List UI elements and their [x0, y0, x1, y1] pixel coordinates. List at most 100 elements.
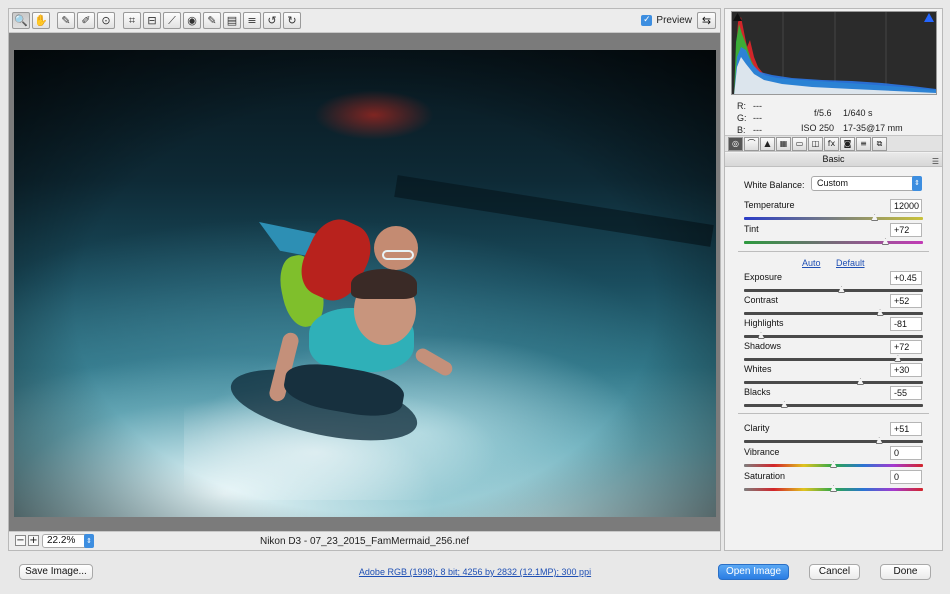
preview-checkbox[interactable]: ✓	[641, 15, 653, 26]
tint-slider-thumb[interactable]	[881, 238, 889, 245]
vibrance-slider[interactable]	[744, 461, 923, 468]
saturation-slider-thumb[interactable]	[830, 485, 837, 492]
temperature-slider-thumb[interactable]	[871, 214, 879, 221]
contrast-slider-thumb[interactable]	[876, 309, 884, 316]
basic-tab-icon[interactable]: ◎	[728, 137, 743, 151]
target-adjust-icon[interactable]: ⊙	[97, 12, 115, 29]
lens-corrections-tab-icon[interactable]: ◫	[808, 137, 823, 151]
g-label: G:	[737, 113, 747, 123]
lens-value: 17-35@17 mm	[843, 123, 903, 133]
panel-header: Basic ☰	[725, 153, 942, 167]
vibrance-value-field[interactable]: 0	[890, 446, 922, 460]
spot-removal-icon[interactable]: ⟋	[163, 12, 181, 29]
image-pane: 🔍✋✎✐⊙⌗⊟⟋◉✎▤≡↺↻ ✓ Preview ⇆	[8, 8, 721, 551]
highlights-slider[interactable]	[744, 332, 923, 339]
workflow-options-link[interactable]: Adobe RGB (1998); 8 bit; 4256 by 2832 (1…	[0, 567, 950, 577]
b-label: B:	[737, 125, 746, 135]
r-value: ---	[753, 101, 762, 111]
b-value: ---	[753, 125, 762, 135]
section-divider	[738, 251, 929, 252]
photo-vignette	[14, 50, 716, 517]
default-link[interactable]: Default	[836, 258, 865, 268]
red-eye-icon[interactable]: ◉	[183, 12, 201, 29]
zoom-icon[interactable]: 🔍	[12, 12, 30, 29]
saturation-label: Saturation	[744, 471, 786, 481]
panel-menu-icon[interactable]: ☰	[932, 155, 939, 168]
whites-value-field[interactable]: +30	[890, 363, 922, 377]
shadows-slider-thumb[interactable]	[894, 355, 902, 362]
presets-tab-icon[interactable]: ≡	[856, 137, 871, 151]
highlights-slider-thumb[interactable]	[757, 332, 765, 339]
tool-bar: 🔍 ✋ ✎ ✐ ⊙ ⌗ ⊟ ⟋ ◉ ✎ ▤ ≡ ↺ ↻ ✓ Preview ⇆	[9, 9, 720, 33]
shadows-value-field[interactable]: +72	[890, 340, 922, 354]
hand-icon[interactable]: ✋	[32, 12, 50, 29]
done-button[interactable]: Done	[880, 564, 931, 580]
contrast-value-field[interactable]: +52	[890, 294, 922, 308]
cancel-button[interactable]: Cancel	[809, 564, 860, 580]
clarity-value-field[interactable]: +51	[890, 422, 922, 436]
contrast-slider[interactable]	[744, 309, 923, 316]
photo-preview	[14, 50, 716, 517]
whites-slider-thumb[interactable]	[856, 378, 864, 385]
blacks-value-field[interactable]: -55	[890, 386, 922, 400]
tint-slider[interactable]	[744, 238, 923, 245]
saturation-value-field[interactable]: 0	[890, 470, 922, 484]
clarity-slider-thumb[interactable]	[875, 437, 883, 444]
vibrance-label: Vibrance	[744, 447, 780, 457]
shutter-value: 1/640 s	[843, 108, 873, 118]
chevron-updown-icon: ⇕	[912, 176, 922, 191]
temperature-slider[interactable]	[744, 214, 923, 221]
tint-value-field[interactable]: +72	[890, 223, 922, 237]
rotate-right-icon[interactable]: ↻	[283, 12, 301, 29]
snapshots-tab-icon[interactable]: ⧉	[872, 137, 887, 151]
hsl-tab-icon[interactable]: ▦	[776, 137, 791, 151]
blacks-label: Blacks	[744, 387, 771, 397]
white-balance-select[interactable]: Custom ⇕	[811, 176, 922, 191]
preview-canvas[interactable]	[9, 33, 720, 541]
saturation-slider[interactable]	[744, 485, 923, 492]
fullscreen-toggle-icon[interactable]: ⇆	[697, 12, 716, 29]
adjustment-brush-icon[interactable]: ✎	[203, 12, 221, 29]
adjustments-pane: R: --- G: --- B: --- f/5.6 1/640 s ISO 2…	[724, 8, 943, 551]
crop-icon[interactable]: ⌗	[123, 12, 141, 29]
auto-link[interactable]: Auto	[802, 258, 821, 268]
iso-value: ISO 250	[801, 123, 835, 133]
graduated-filter-icon[interactable]: ▤	[223, 12, 241, 29]
status-bar: − + 22.2% ⇕ Nikon D3 - 07_23_2015_FamMer…	[9, 531, 720, 550]
preview-label: Preview	[656, 15, 692, 26]
clarity-label: Clarity	[744, 423, 770, 433]
color-sampler-icon[interactable]: ✐	[77, 12, 95, 29]
open-image-button[interactable]: Open Image	[718, 564, 789, 580]
shadows-slider[interactable]	[744, 355, 923, 362]
panel-tab-bar: ◎ ⌒ ▲ ▦ ▭ ◫ fx ◙ ≡ ⧉	[725, 135, 942, 152]
radial-filter-icon[interactable]: ≡	[243, 12, 261, 29]
exposure-slider[interactable]	[744, 286, 923, 293]
tone-curve-tab-icon[interactable]: ⌒	[744, 137, 759, 151]
white-balance-label: White Balance:	[744, 180, 805, 190]
straighten-icon[interactable]: ⊟	[143, 12, 161, 29]
vibrance-slider-thumb[interactable]	[830, 461, 837, 468]
whites-slider[interactable]	[744, 378, 923, 385]
g-value: ---	[753, 113, 762, 123]
blacks-slider-thumb[interactable]	[780, 401, 788, 408]
highlights-value-field[interactable]: -81	[890, 317, 922, 331]
camera-calibration-tab-icon[interactable]: ◙	[840, 137, 855, 151]
effects-tab-icon[interactable]: fx	[824, 137, 839, 151]
contrast-label: Contrast	[744, 295, 779, 305]
preview-toggle[interactable]: ✓ Preview	[641, 15, 692, 26]
white-balance-icon[interactable]: ✎	[57, 12, 75, 29]
split-toning-tab-icon[interactable]: ▭	[792, 137, 807, 151]
highlights-label: Highlights	[744, 318, 784, 328]
aperture-value: f/5.6	[814, 108, 832, 118]
clarity-slider[interactable]	[744, 437, 923, 444]
exposure-label: Exposure	[744, 272, 783, 282]
section-divider	[738, 413, 929, 414]
rotate-left-icon[interactable]: ↺	[263, 12, 281, 29]
exposure-slider-thumb[interactable]	[838, 286, 846, 293]
white-balance-value: Custom	[817, 178, 849, 188]
detail-tab-icon[interactable]: ▲	[760, 137, 775, 151]
histogram	[731, 11, 937, 95]
temperature-value-field[interactable]: 12000	[890, 199, 922, 213]
blacks-slider[interactable]	[744, 401, 923, 408]
exposure-value-field[interactable]: +0.45	[890, 271, 922, 285]
